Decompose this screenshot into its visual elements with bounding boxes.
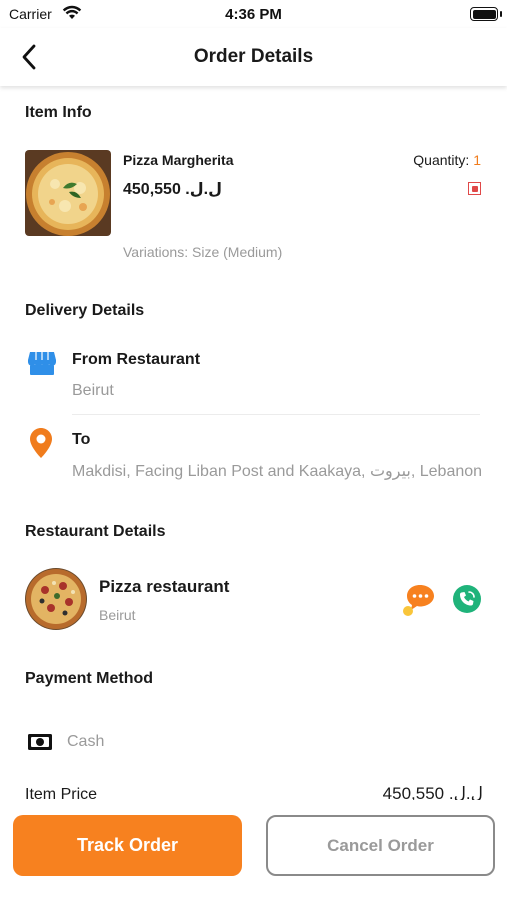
from-address: Beirut <box>72 382 114 399</box>
cash-icon <box>28 734 52 755</box>
page-title: Order Details <box>193 46 314 67</box>
item-image <box>25 150 111 236</box>
item-price: 450,550 .ل.ل <box>123 181 222 198</box>
divider <box>72 414 480 415</box>
restaurant-avatar <box>25 568 87 630</box>
restaurant-details-title: Restaurant Details <box>25 523 166 540</box>
battery-icon <box>470 7 498 21</box>
quantity-label: Quantity: <box>413 152 474 168</box>
status-bar: Carrier 4:36 PM <box>0 0 507 28</box>
bottom-action-bar: Track Order Cancel Order <box>0 800 507 900</box>
navigation-bar: Order Details <box>0 28 507 86</box>
call-button[interactable] <box>452 584 482 614</box>
item-variations: Variations: Size (Medium) <box>123 244 283 260</box>
payment-method-value: Cash <box>67 733 105 750</box>
clock: 4:36 PM <box>225 6 282 23</box>
quantity: Quantity: 1 <box>413 152 481 168</box>
payment-method-title: Payment Method <box>25 670 154 687</box>
battery-tip <box>500 11 502 17</box>
to-label: To <box>72 431 91 448</box>
location-pin-icon <box>30 428 52 463</box>
restaurant-name: Pizza restaurant <box>99 577 230 596</box>
cancel-order-button[interactable]: Cancel Order <box>266 815 495 876</box>
item-info-title: Item Info <box>25 104 92 121</box>
chat-button[interactable] <box>402 584 436 616</box>
store-icon <box>28 350 56 381</box>
from-restaurant-label: From Restaurant <box>72 351 201 368</box>
quantity-value: 1 <box>473 152 481 168</box>
order-details-content[interactable]: Item Info Pizza Margherita 450,550 .ل.ل … <box>0 86 507 900</box>
food-type-icon <box>468 182 481 195</box>
phone-call-icon <box>453 585 481 613</box>
restaurant-address: Beirut <box>99 607 136 623</box>
to-address: Makdisi, Facing Liban Post and Kaakaya, … <box>72 463 483 480</box>
track-order-button[interactable]: Track Order <box>13 815 242 876</box>
item-name: Pizza Margherita <box>123 152 234 168</box>
delivery-details-title: Delivery Details <box>25 302 145 319</box>
chat-bubble-icon <box>403 585 434 616</box>
